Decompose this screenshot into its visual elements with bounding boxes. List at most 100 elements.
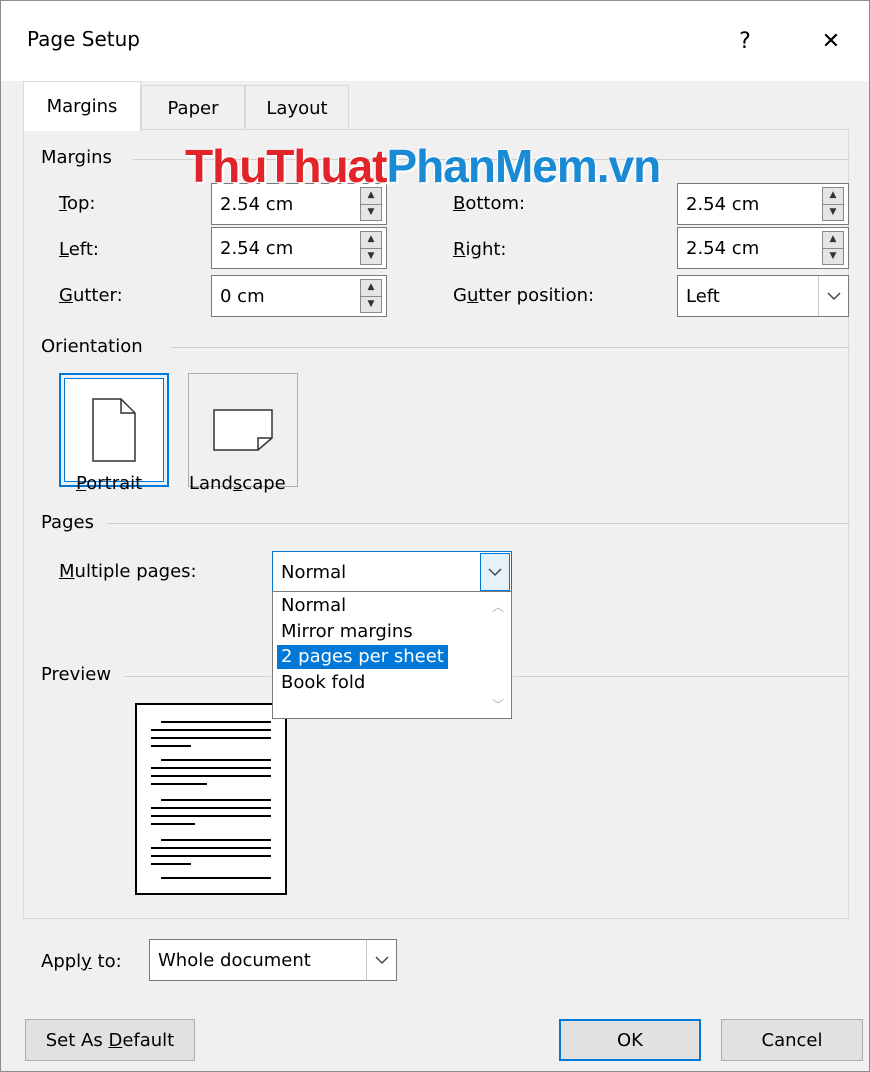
left-margin-spinner[interactable]: 2.54 cm ▲ ▼	[211, 227, 387, 269]
top-label: Top:	[59, 193, 96, 214]
dropdown-option-mirror-margins[interactable]: Mirror margins	[277, 620, 417, 644]
dropdown-scrollbar[interactable]: ︿ ﹀	[485, 592, 511, 718]
close-button[interactable]: ✕	[809, 19, 853, 63]
ok-button[interactable]: OK	[559, 1019, 701, 1061]
gutter-position-select[interactable]: Left	[677, 275, 849, 317]
spin-up-icon[interactable]: ▲	[361, 280, 381, 296]
preview-line	[161, 839, 271, 841]
gutter-label: Gutter:	[59, 285, 123, 306]
dropdown-option-2-pages-per-sheet[interactable]: 2 pages per sheet	[277, 645, 448, 669]
page-setup-dialog: Page Setup ? ✕ Margins Paper Layout Marg…	[0, 0, 870, 1072]
cancel-label: Cancel	[761, 1029, 823, 1051]
spin-up-icon[interactable]: ▲	[823, 232, 843, 248]
cancel-button[interactable]: Cancel	[721, 1019, 863, 1061]
orientation-group-divider	[171, 347, 849, 348]
close-icon: ✕	[821, 28, 841, 54]
gutter-position-label: Gutter position:	[453, 285, 595, 306]
right-margin-value[interactable]: 2.54 cm	[678, 238, 822, 259]
multiple-pages-dropdown-list: Normal Mirror margins 2 pages per sheet …	[272, 591, 512, 719]
dropdown-option-normal[interactable]: Normal	[277, 594, 350, 618]
spin-down-icon[interactable]: ▼	[823, 203, 843, 221]
gutter-arrows[interactable]: ▲ ▼	[360, 279, 382, 313]
landscape-label: Landscape	[189, 473, 286, 494]
tab-layout[interactable]: Layout	[245, 85, 349, 131]
spin-down-icon[interactable]: ▼	[361, 247, 381, 265]
preview-line	[161, 759, 271, 761]
apply-to-select[interactable]: Whole document	[149, 939, 397, 981]
set-as-default-label: Set As Default	[45, 1029, 175, 1051]
gutter-value[interactable]: 0 cm	[212, 286, 360, 307]
bottom-label: Bottom:	[453, 193, 526, 214]
gutter-spinner[interactable]: 0 cm ▲ ▼	[211, 275, 387, 317]
preview-line	[151, 737, 271, 739]
landscape-page-icon	[213, 409, 273, 451]
preview-line	[151, 807, 271, 809]
preview-line	[151, 767, 271, 769]
margins-group-label: Margins	[41, 147, 112, 168]
portrait-button[interactable]	[59, 373, 169, 487]
left-label: Left:	[59, 239, 99, 260]
scroll-up-icon[interactable]: ︿	[485, 598, 511, 615]
chevron-down-icon[interactable]	[480, 553, 510, 591]
tab-paper[interactable]: Paper	[141, 85, 245, 131]
preview-line	[161, 799, 271, 801]
pages-group-divider	[107, 523, 849, 524]
preview-line	[161, 877, 271, 879]
tab-margins[interactable]: Margins	[23, 81, 141, 131]
preview-line	[161, 721, 271, 723]
landscape-button[interactable]	[188, 373, 298, 487]
dialog-title: Page Setup	[27, 27, 140, 51]
preview-line	[151, 863, 191, 865]
right-margin-spinner[interactable]: 2.54 cm ▲ ▼	[677, 227, 849, 269]
apply-to-value: Whole document	[158, 949, 311, 971]
left-margin-arrows[interactable]: ▲ ▼	[360, 231, 382, 265]
spin-down-icon[interactable]: ▼	[361, 295, 381, 313]
tab-paper-label: Paper	[167, 97, 219, 119]
right-margin-arrows[interactable]: ▲ ▼	[822, 231, 844, 265]
preview-group-divider-left	[125, 676, 271, 677]
help-button[interactable]: ?	[723, 19, 767, 63]
chevron-down-icon[interactable]	[366, 940, 396, 980]
watermark-part1: ThuThuat	[185, 140, 387, 192]
portrait-page-icon	[92, 398, 136, 462]
scroll-down-icon[interactable]: ﹀	[485, 696, 511, 713]
dropdown-option-book-fold[interactable]: Book fold	[277, 671, 369, 695]
watermark-logo: ThuThuatPhanMem.vn	[185, 139, 662, 193]
spin-up-icon[interactable]: ▲	[823, 188, 843, 204]
set-as-default-button[interactable]: Set As Default	[25, 1019, 195, 1061]
watermark-part2: PhanMem.vn	[386, 140, 662, 192]
multiple-pages-select[interactable]: Normal	[272, 551, 512, 593]
chevron-down-icon[interactable]	[818, 276, 848, 316]
help-icon: ?	[739, 28, 751, 54]
portrait-label: Portrait	[76, 473, 143, 494]
spin-down-icon[interactable]: ▼	[361, 203, 381, 221]
preview-line	[151, 855, 271, 857]
gutter-position-value: Left	[686, 285, 720, 307]
orientation-group-label: Orientation	[41, 336, 143, 357]
preview-group-label: Preview	[41, 664, 112, 685]
right-label: Right:	[453, 239, 507, 260]
preview-line	[151, 847, 271, 849]
pages-group-label: Pages	[41, 512, 94, 533]
apply-to-label: Apply to:	[41, 951, 122, 972]
preview-line	[151, 729, 271, 731]
preview-group-divider-right	[513, 676, 849, 677]
preview-page	[135, 703, 287, 895]
bottom-margin-spinner[interactable]: 2.54 cm ▲ ▼	[677, 183, 849, 225]
bottom-margin-arrows[interactable]: ▲ ▼	[822, 187, 844, 221]
left-margin-value[interactable]: 2.54 cm	[212, 238, 360, 259]
tab-layout-label: Layout	[266, 97, 328, 119]
preview-line	[151, 783, 207, 785]
preview-line	[151, 815, 271, 817]
preview-line	[151, 823, 195, 825]
preview-line	[151, 745, 191, 747]
spin-up-icon[interactable]: ▲	[361, 232, 381, 248]
spin-down-icon[interactable]: ▼	[823, 247, 843, 265]
multiple-pages-value: Normal	[281, 561, 347, 583]
multiple-pages-label: Multiple pages:	[59, 561, 197, 582]
bottom-margin-value[interactable]: 2.54 cm	[678, 194, 822, 215]
ok-label: OK	[617, 1029, 643, 1051]
tab-margins-label: Margins	[46, 96, 118, 117]
preview-line	[151, 775, 271, 777]
top-margin-value[interactable]: 2.54 cm	[212, 194, 360, 215]
